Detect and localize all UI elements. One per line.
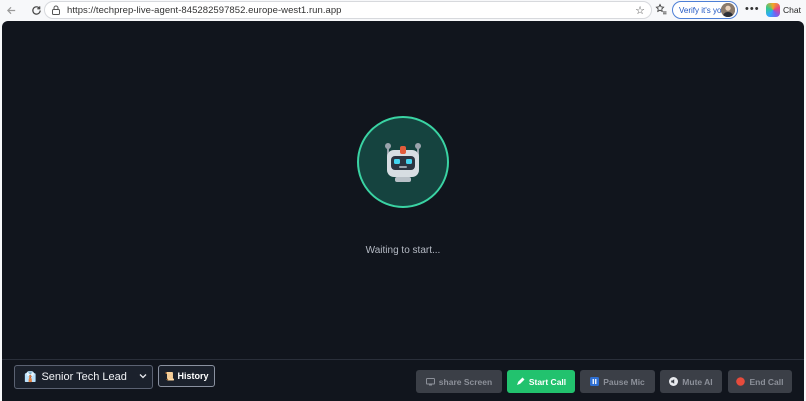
pause-icon <box>590 377 600 386</box>
pause-mic-button[interactable]: Pause Mic <box>580 370 655 393</box>
star-icon[interactable]: ☆ <box>635 4 645 17</box>
chevron-down-icon <box>139 374 147 379</box>
history-label: History <box>177 371 209 381</box>
end-call-label: End Call <box>749 376 784 387</box>
end-call-button[interactable]: End Call <box>728 370 792 393</box>
verify-label: Verify it's you <box>679 5 726 15</box>
screen-share-icon <box>425 377 435 386</box>
chat-label[interactable]: Chat <box>783 5 801 15</box>
mute-speaker-icon <box>669 377 679 386</box>
mute-ai-label: Mute AI <box>682 376 713 387</box>
start-call-label: Start Call <box>528 376 567 387</box>
copilot-icon[interactable] <box>766 3 780 17</box>
scroll-icon: 📜 <box>164 371 175 381</box>
site-info-icon[interactable] <box>51 5 61 15</box>
refresh-icon[interactable] <box>28 3 44 19</box>
necktie-icon: 👔 <box>24 371 37 383</box>
profile-avatar <box>721 3 735 17</box>
role-select-value: Senior Tech Lead <box>41 371 127 383</box>
interviewer-role-select[interactable]: 👔 Senior Tech Lead <box>14 365 153 389</box>
more-options-icon[interactable]: ••• <box>745 3 760 15</box>
mute-ai-button[interactable]: Mute AI <box>660 370 722 393</box>
pencil-icon <box>516 377 525 386</box>
red-circle-icon <box>736 377 746 386</box>
start-call-button[interactable]: Start Call <box>507 370 575 393</box>
url-text: https://techprep-live-agent-845282597852… <box>67 4 342 16</box>
history-button[interactable]: 📜 History <box>158 365 215 387</box>
share-screen-button[interactable]: share Screen <box>416 370 502 393</box>
ai-agent-avatar <box>357 116 449 208</box>
pause-mic-label: Pause Mic <box>603 376 645 387</box>
back-arrow-icon[interactable] <box>3 3 19 19</box>
app-surface: Waiting to start... 👔 Senior Tech Lead 📜… <box>2 21 804 401</box>
robot-icon <box>385 143 421 182</box>
address-bar[interactable]: https://techprep-live-agent-845282597852… <box>44 1 652 19</box>
control-bar: 👔 Senior Tech Lead 📜 History share Scree… <box>2 359 804 401</box>
call-status-text: Waiting to start... <box>365 245 441 256</box>
share-screen-label: share Screen <box>438 376 493 387</box>
favorites-icon[interactable] <box>655 3 667 18</box>
verify-identity-button[interactable]: Verify it's you <box>672 1 738 19</box>
